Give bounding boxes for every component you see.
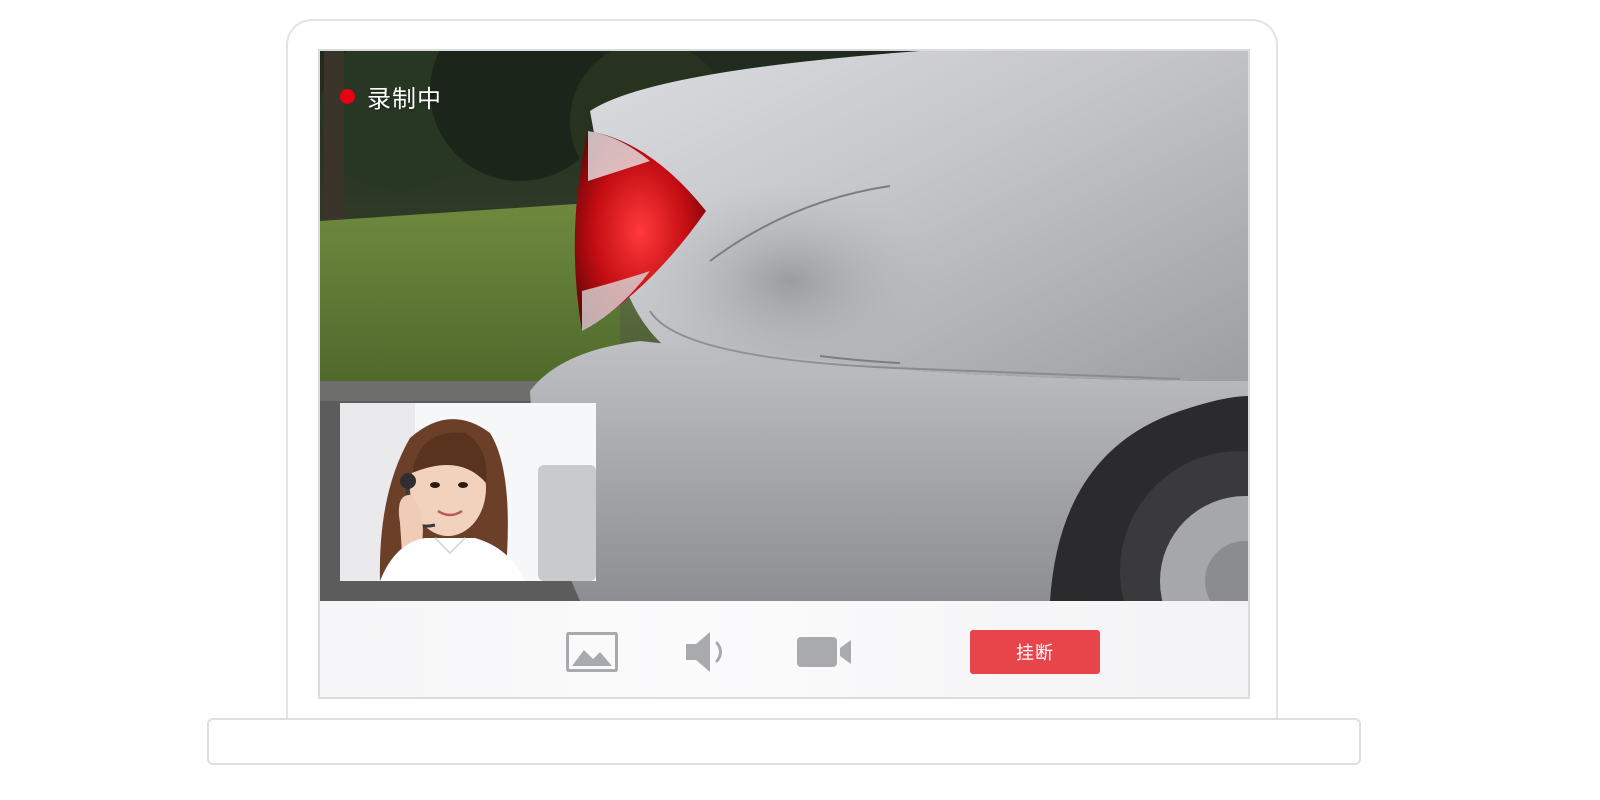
recording-indicator: 录制中 [340,79,442,114]
local-video-pip[interactable] [340,403,596,581]
stage: 录制中 挂断 [0,0,1600,800]
camera-icon [797,637,851,667]
send-image-button[interactable] [564,629,620,675]
recording-dot-icon [340,89,355,104]
audio-toggle-button[interactable] [682,629,732,675]
hangup-button[interactable]: 挂断 [970,630,1100,674]
camera-toggle-button[interactable] [796,629,854,675]
agent-portrait [340,403,596,581]
speaker-icon [686,632,722,672]
call-control-bar: 挂断 [320,601,1248,697]
image-icon [566,632,618,672]
video-call-screen: 录制中 挂断 [318,49,1250,699]
laptop-base [207,718,1361,765]
recording-label: 录制中 [367,85,442,113]
remote-video-feed: 录制中 [320,51,1248,601]
